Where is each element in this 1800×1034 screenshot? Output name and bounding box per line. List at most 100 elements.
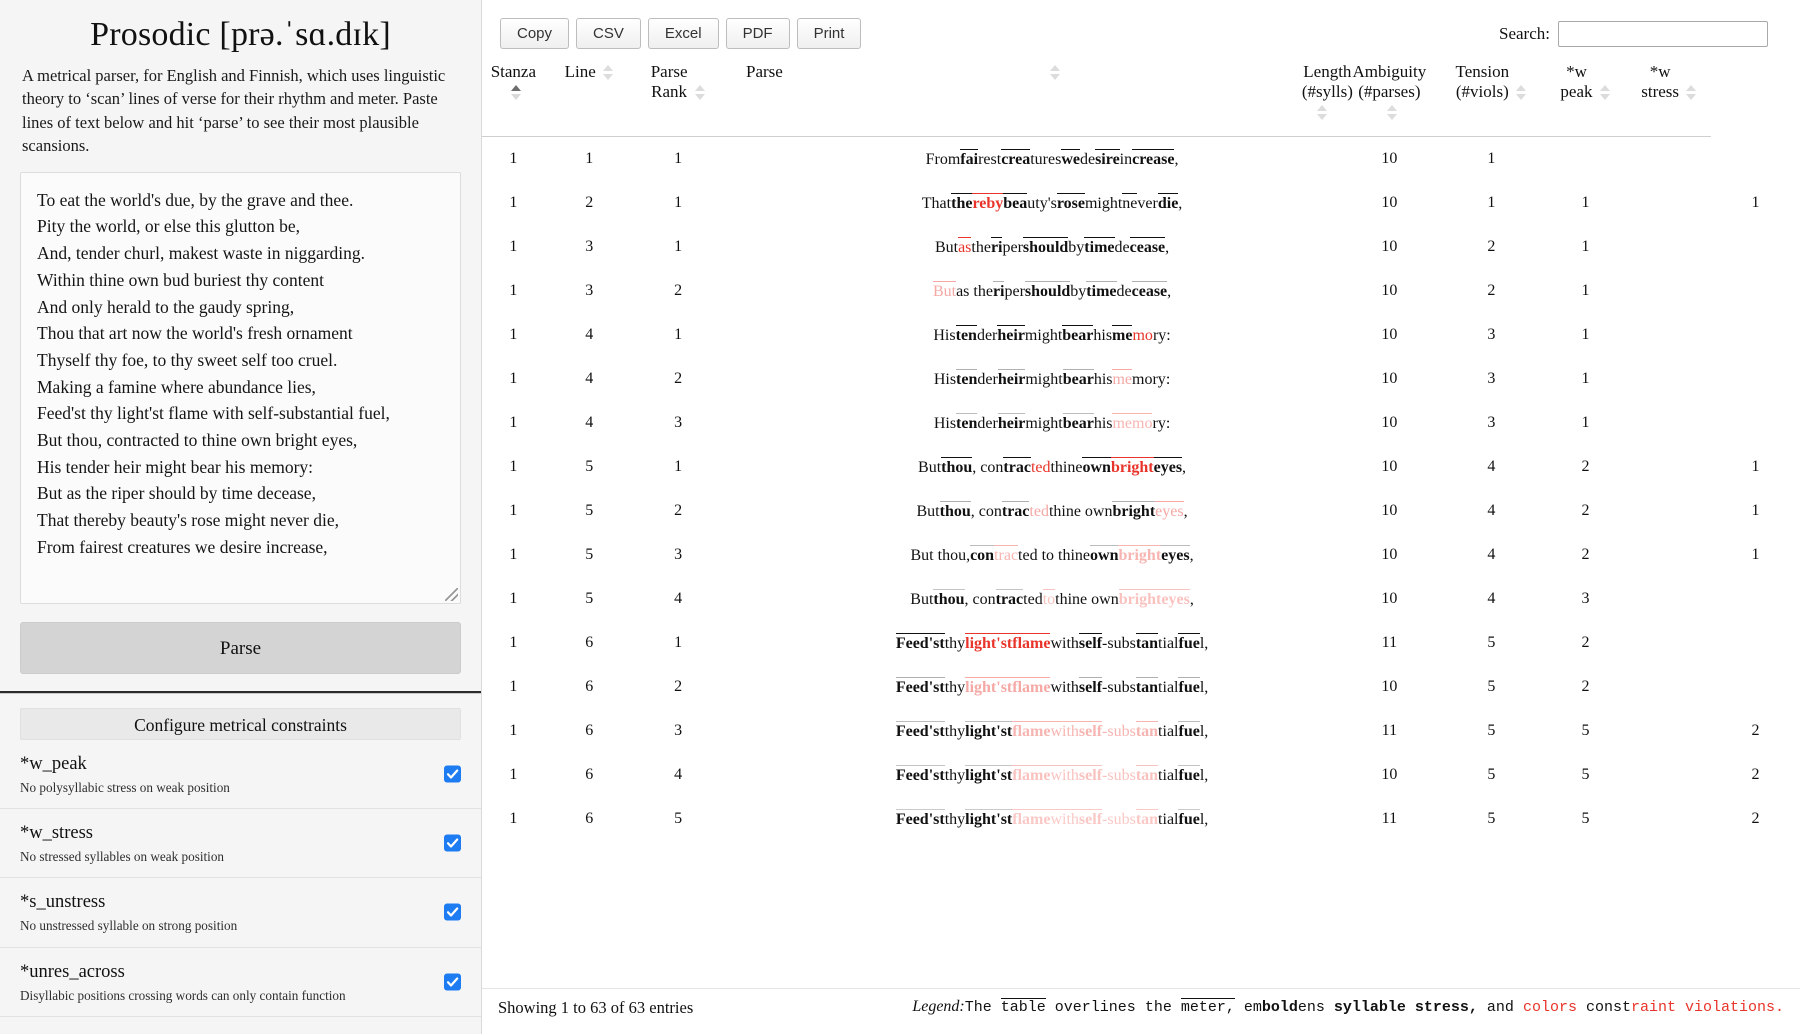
parse-segment: , con bbox=[972, 459, 1003, 477]
parse-segment: : bbox=[1166, 415, 1170, 433]
sort-arrows-icon[interactable] bbox=[603, 64, 614, 82]
table-cell: 4 bbox=[1439, 445, 1544, 489]
parse-segment: tan bbox=[1136, 721, 1158, 741]
parse-segment: ry bbox=[1152, 415, 1165, 433]
parse-segment: bright bbox=[1118, 545, 1161, 565]
table-cell: 5 bbox=[1439, 797, 1544, 841]
table-cell: 2 bbox=[1544, 621, 1628, 665]
column-header[interactable]: *w peak bbox=[1544, 54, 1628, 137]
column-header-label: Parse bbox=[746, 62, 783, 82]
parse-segment: crea bbox=[1001, 149, 1030, 169]
table-cell bbox=[723, 313, 807, 357]
legend: Legend:The table overlines the meter, em… bbox=[912, 998, 1784, 1016]
table-cell: 1 bbox=[634, 621, 723, 665]
column-header[interactable]: Ambiguity (#parses) bbox=[1340, 54, 1439, 137]
parse-segment: by bbox=[1070, 283, 1086, 301]
parse-segment: crease bbox=[1132, 149, 1174, 169]
sort-arrows-icon[interactable] bbox=[1600, 84, 1611, 102]
legend-p5: and bbox=[1478, 999, 1523, 1016]
parse-segment: ten bbox=[956, 413, 977, 433]
table-row[interactable]: 161Feed'st thy light'st flame with self-… bbox=[482, 621, 1800, 665]
parse-segment: der bbox=[977, 327, 997, 345]
export-excel-button[interactable]: Excel bbox=[648, 18, 719, 49]
parse-segment: thou bbox=[933, 589, 964, 609]
table-cell: 4 bbox=[1439, 577, 1544, 621]
parse-segment: with bbox=[1050, 765, 1078, 785]
sort-arrows-icon[interactable] bbox=[1387, 104, 1398, 122]
table-cell: 2 bbox=[1439, 269, 1544, 313]
table-cell: 5 bbox=[545, 577, 634, 621]
parse-segment: self bbox=[1079, 677, 1102, 697]
export-pdf-button[interactable]: PDF bbox=[726, 18, 790, 49]
table-row[interactable]: 152But thou, contracted thine own bright… bbox=[482, 489, 1800, 533]
constraint-checkbox[interactable] bbox=[444, 835, 461, 852]
parse-segment: ten bbox=[956, 369, 977, 389]
parse-segment: rose bbox=[1057, 193, 1085, 213]
column-header[interactable]: *w stress bbox=[1627, 54, 1711, 137]
app-description: A metrical parser, for English and Finni… bbox=[0, 62, 481, 158]
table-cell: 4 bbox=[634, 753, 723, 797]
table-row[interactable]: 142His tender heir might bear his memory… bbox=[482, 357, 1800, 401]
parse-scansion-cell: Feed'st thy light'st flame with self-sub… bbox=[806, 797, 1298, 841]
table-row[interactable]: 151But thou, contracted thine own bright… bbox=[482, 445, 1800, 489]
parse-segment: might bbox=[1025, 327, 1062, 345]
search-input[interactable] bbox=[1558, 21, 1768, 47]
table-cell bbox=[723, 137, 807, 182]
poem-line: Thyself thy foe, to thy sweet self too c… bbox=[37, 347, 444, 374]
table-cell: 10 bbox=[1340, 401, 1439, 445]
column-header[interactable]: Length (#sylls) bbox=[1298, 54, 1340, 137]
table-cell bbox=[1627, 225, 1711, 269]
parse-segment: flame bbox=[1012, 633, 1050, 653]
column-header[interactable]: Parse Rank bbox=[634, 54, 723, 137]
parse-segment: might bbox=[1025, 415, 1062, 433]
parse-segment: flame bbox=[1012, 677, 1050, 697]
constraint-checkbox[interactable] bbox=[444, 765, 461, 782]
export-print-button[interactable]: Print bbox=[797, 18, 862, 49]
table-cell: 5 bbox=[1439, 621, 1544, 665]
parse-segment: ten bbox=[956, 325, 977, 345]
table-cell: 10 bbox=[1340, 181, 1439, 225]
table-cell: 2 bbox=[634, 269, 723, 313]
column-header[interactable]: Stanza bbox=[482, 54, 545, 137]
table-row[interactable]: 154But thou, contracted to thine own bri… bbox=[482, 577, 1800, 621]
sort-arrows-icon[interactable] bbox=[1317, 104, 1328, 122]
table-footer: Showing 1 to 63 of 63 entries Legend:The… bbox=[482, 988, 1800, 1034]
table-cell: 6 bbox=[545, 665, 634, 709]
table-row[interactable]: 164Feed'st thy light'st flame with self-… bbox=[482, 753, 1800, 797]
parse-scansion-cell: Feed'st thy light'st flame with self-sub… bbox=[806, 753, 1298, 797]
constraint-checkbox[interactable] bbox=[444, 973, 461, 990]
poem-textarea[interactable]: To eat the world's due, by the grave and… bbox=[20, 172, 461, 604]
sort-arrows-icon[interactable] bbox=[1050, 64, 1061, 82]
table-row[interactable]: 143His tender heir might bear his memory… bbox=[482, 401, 1800, 445]
configure-constraints-button[interactable]: Configure metrical constraints bbox=[20, 708, 461, 740]
table-row[interactable]: 165Feed'st thy light'st flame with self-… bbox=[482, 797, 1800, 841]
parse-segment: thy bbox=[945, 767, 965, 785]
column-header[interactable]: Line bbox=[545, 54, 634, 137]
table-row[interactable]: 121That thereby beauty's rose might neve… bbox=[482, 181, 1800, 225]
sort-arrows-icon[interactable] bbox=[1516, 84, 1527, 102]
table-row[interactable]: 163Feed'st thy light'st flame with self-… bbox=[482, 709, 1800, 753]
table-cell bbox=[723, 181, 807, 225]
export-csv-button[interactable]: CSV bbox=[576, 18, 641, 49]
table-row[interactable]: 162Feed'st thy light'st flame with self-… bbox=[482, 665, 1800, 709]
parse-segment: self bbox=[1079, 721, 1102, 741]
parse-segment: light'st bbox=[965, 809, 1012, 829]
table-row[interactable]: 111From fairest creatures we desire incr… bbox=[482, 137, 1800, 182]
resize-grip-icon[interactable] bbox=[445, 588, 458, 601]
sort-arrows-icon[interactable] bbox=[511, 84, 522, 102]
export-copy-button[interactable]: Copy bbox=[500, 18, 569, 49]
sort-arrows-icon[interactable] bbox=[1686, 84, 1697, 102]
table-cell: 10 bbox=[1340, 357, 1439, 401]
column-header[interactable]: Tension (#viols) bbox=[1439, 54, 1544, 137]
parse-button[interactable]: Parse bbox=[20, 622, 461, 674]
table-row[interactable]: 153But thou, contracted to thine own bri… bbox=[482, 533, 1800, 577]
table-row[interactable]: 141His tender heir might bear his memory… bbox=[482, 313, 1800, 357]
table-row[interactable]: 132But as the riper should by time decea… bbox=[482, 269, 1800, 313]
column-header[interactable] bbox=[806, 54, 1298, 137]
table-cell: 1 bbox=[482, 357, 545, 401]
parse-segment: con bbox=[970, 545, 994, 565]
parse-segment: fue bbox=[1178, 765, 1199, 785]
sort-arrows-icon[interactable] bbox=[695, 84, 706, 102]
constraint-checkbox[interactable] bbox=[444, 904, 461, 921]
table-row[interactable]: 131But as the riper should by time decea… bbox=[482, 225, 1800, 269]
